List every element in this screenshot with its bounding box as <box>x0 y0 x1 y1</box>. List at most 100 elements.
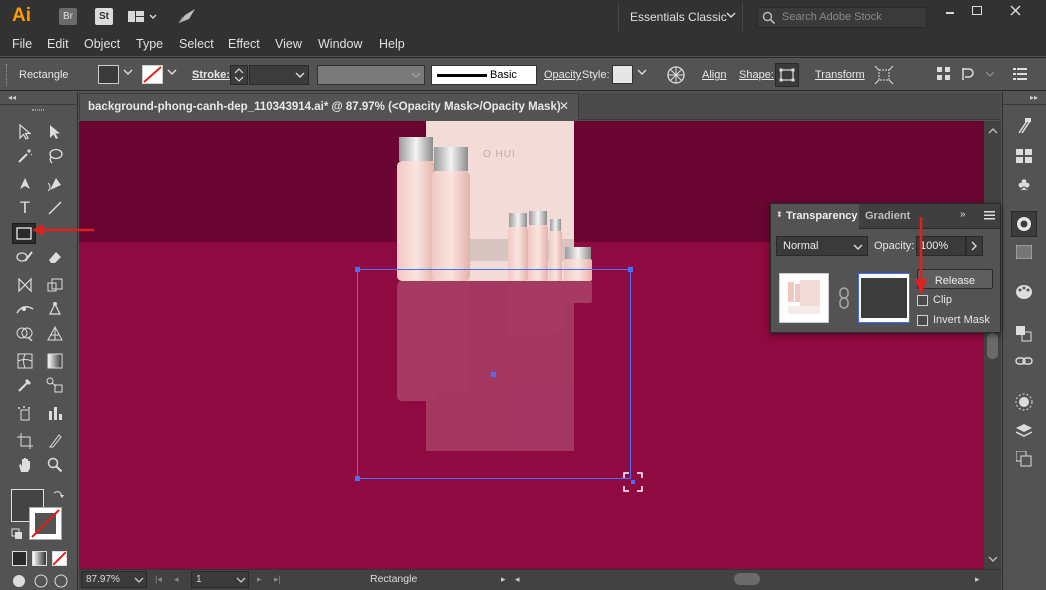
menu-file[interactable]: File <box>12 37 32 51</box>
zoom-field[interactable]: 87.97% <box>81 571 147 588</box>
menu-type[interactable]: Type <box>136 37 163 51</box>
isolate-selection-icon[interactable] <box>874 65 894 85</box>
screen-mode-icon[interactable] <box>34 574 48 588</box>
align-grid-icon[interactable] <box>937 67 951 81</box>
artboards-icon[interactable] <box>1014 449 1034 469</box>
selection-handle[interactable] <box>355 476 360 481</box>
menu-window[interactable]: Window <box>318 37 362 51</box>
invert-mask-checkbox[interactable] <box>917 315 928 326</box>
free-transform-icon[interactable] <box>44 299 66 319</box>
minimize-button[interactable] <box>937 3 963 18</box>
shape-builder-icon[interactable] <box>14 323 36 343</box>
eyedropper-icon[interactable] <box>14 375 36 395</box>
control-bar-grip[interactable] <box>6 64 9 86</box>
chevron-down-icon[interactable] <box>985 70 995 78</box>
lasso-icon[interactable] <box>44 146 66 166</box>
panel-menu-icon[interactable] <box>1013 68 1027 80</box>
paintbrush-icon[interactable] <box>14 247 36 267</box>
swap-fill-stroke-icon[interactable] <box>52 489 64 501</box>
document-tab[interactable]: background-phong-canh-dep_110343914.ai* … <box>79 93 579 120</box>
blend-mode-dropdown[interactable]: Normal <box>776 236 868 256</box>
gradient-mode-button[interactable] <box>32 551 47 566</box>
menu-edit[interactable]: Edit <box>47 37 69 51</box>
transparency-icon[interactable] <box>1011 211 1037 237</box>
panel-collapse-icon[interactable]: ⬍ <box>776 210 783 219</box>
type-tool-icon[interactable]: T <box>14 198 36 218</box>
chevron-down-icon[interactable] <box>637 68 647 76</box>
opacity-label[interactable]: Opacity <box>544 69 581 81</box>
pathfinder-icon[interactable] <box>1014 324 1034 344</box>
symbol-sprayer-icon[interactable] <box>14 403 36 423</box>
chevron-down-icon[interactable] <box>167 68 177 76</box>
symbols-icon[interactable]: ♣ <box>1014 174 1034 194</box>
panel-menu-icon[interactable] <box>984 211 995 220</box>
menu-view[interactable]: View <box>275 37 302 51</box>
scale-tool-icon[interactable] <box>44 275 66 295</box>
blend-tool-icon[interactable] <box>44 375 66 395</box>
stock-button[interactable]: St <box>95 8 113 25</box>
mesh-tool-icon[interactable] <box>14 351 36 371</box>
swatches-icon[interactable] <box>1014 146 1034 166</box>
brush-definition[interactable]: Basic <box>431 65 537 85</box>
stroke-weight-field[interactable] <box>249 65 309 85</box>
artwork-thumbnail[interactable] <box>779 273 829 323</box>
transform-label[interactable]: Transform <box>815 69 865 81</box>
edit-toolbar-icon[interactable] <box>54 574 68 588</box>
width-tool-icon[interactable] <box>14 299 36 319</box>
links-icon[interactable] <box>1014 351 1034 371</box>
prev-artboard-icon[interactable]: ◂ <box>174 574 179 585</box>
curvature-tool-icon[interactable] <box>44 174 66 194</box>
link-mask-icon[interactable] <box>838 287 850 309</box>
stroke-swatch[interactable] <box>142 65 163 84</box>
brushes-icon[interactable] <box>1014 116 1034 136</box>
tab-gradient[interactable]: Gradient <box>865 210 910 222</box>
vertical-scrollbar[interactable] <box>984 121 1001 569</box>
artboard-canvas[interactable]: O HUI <box>79 121 984 569</box>
release-button[interactable]: Release <box>917 269 993 289</box>
chevron-down-icon[interactable] <box>123 68 133 76</box>
first-artboard-icon[interactable]: |◂ <box>155 574 162 585</box>
pen-tool-icon[interactable] <box>14 174 36 194</box>
hand-tool-icon[interactable] <box>14 455 36 475</box>
shape-label[interactable]: Shape: <box>739 69 774 81</box>
tab-transparency[interactable]: ⬍ Transparency <box>771 204 859 229</box>
menu-effect[interactable]: Effect <box>228 37 260 51</box>
align-label[interactable]: Align <box>702 69 726 81</box>
none-mode-button[interactable] <box>52 551 67 566</box>
status-menu-icon[interactable]: ▸ <box>501 574 506 585</box>
opacity-slider-button[interactable] <box>966 236 983 256</box>
artboard-tool-icon[interactable] <box>14 431 36 451</box>
expand-panels-icon[interactable]: ▸▸ <box>1030 93 1038 102</box>
perspective-grid-icon[interactable] <box>44 323 66 343</box>
scroll-left-icon[interactable]: ◂ <box>515 574 520 585</box>
zoom-tool-icon[interactable] <box>44 455 66 475</box>
scroll-up-icon[interactable] <box>988 127 998 135</box>
recolor-artwork-icon[interactable] <box>666 65 686 85</box>
layers-icon[interactable] <box>1014 421 1034 441</box>
color-icon[interactable] <box>1014 282 1034 302</box>
horizontal-scrollbar-thumb[interactable] <box>734 573 760 585</box>
puppet-warp-icon[interactable] <box>961 67 983 81</box>
last-artboard-icon[interactable]: ▸| <box>274 574 281 585</box>
direct-selection-tool-icon[interactable] <box>44 122 66 142</box>
menu-object[interactable]: Object <box>84 37 120 51</box>
selection-tool-icon[interactable] <box>14 122 36 142</box>
stroke-label[interactable]: Stroke: <box>192 69 230 81</box>
menu-select[interactable]: Select <box>179 37 214 51</box>
stroke-color-box[interactable] <box>29 507 62 540</box>
selection-handle[interactable] <box>628 267 633 272</box>
scrollbar-thumb[interactable] <box>987 333 998 359</box>
maximize-button[interactable] <box>964 3 990 18</box>
gradient-tool-icon[interactable] <box>44 351 66 371</box>
shape-properties-icon[interactable] <box>775 63 799 87</box>
scroll-down-icon[interactable] <box>988 555 998 563</box>
artboard-number-field[interactable]: 1 <box>191 571 249 588</box>
draw-normal-icon[interactable] <box>12 574 26 588</box>
variable-width-profile[interactable] <box>317 65 425 85</box>
graphic-style-swatch[interactable] <box>612 65 633 84</box>
fill-swatch[interactable] <box>98 65 119 84</box>
close-window-button[interactable] <box>992 3 1040 18</box>
opacity-mask-thumbnail[interactable] <box>858 273 910 323</box>
arrange-documents-icon[interactable] <box>128 10 158 24</box>
eraser-icon[interactable] <box>44 247 66 267</box>
